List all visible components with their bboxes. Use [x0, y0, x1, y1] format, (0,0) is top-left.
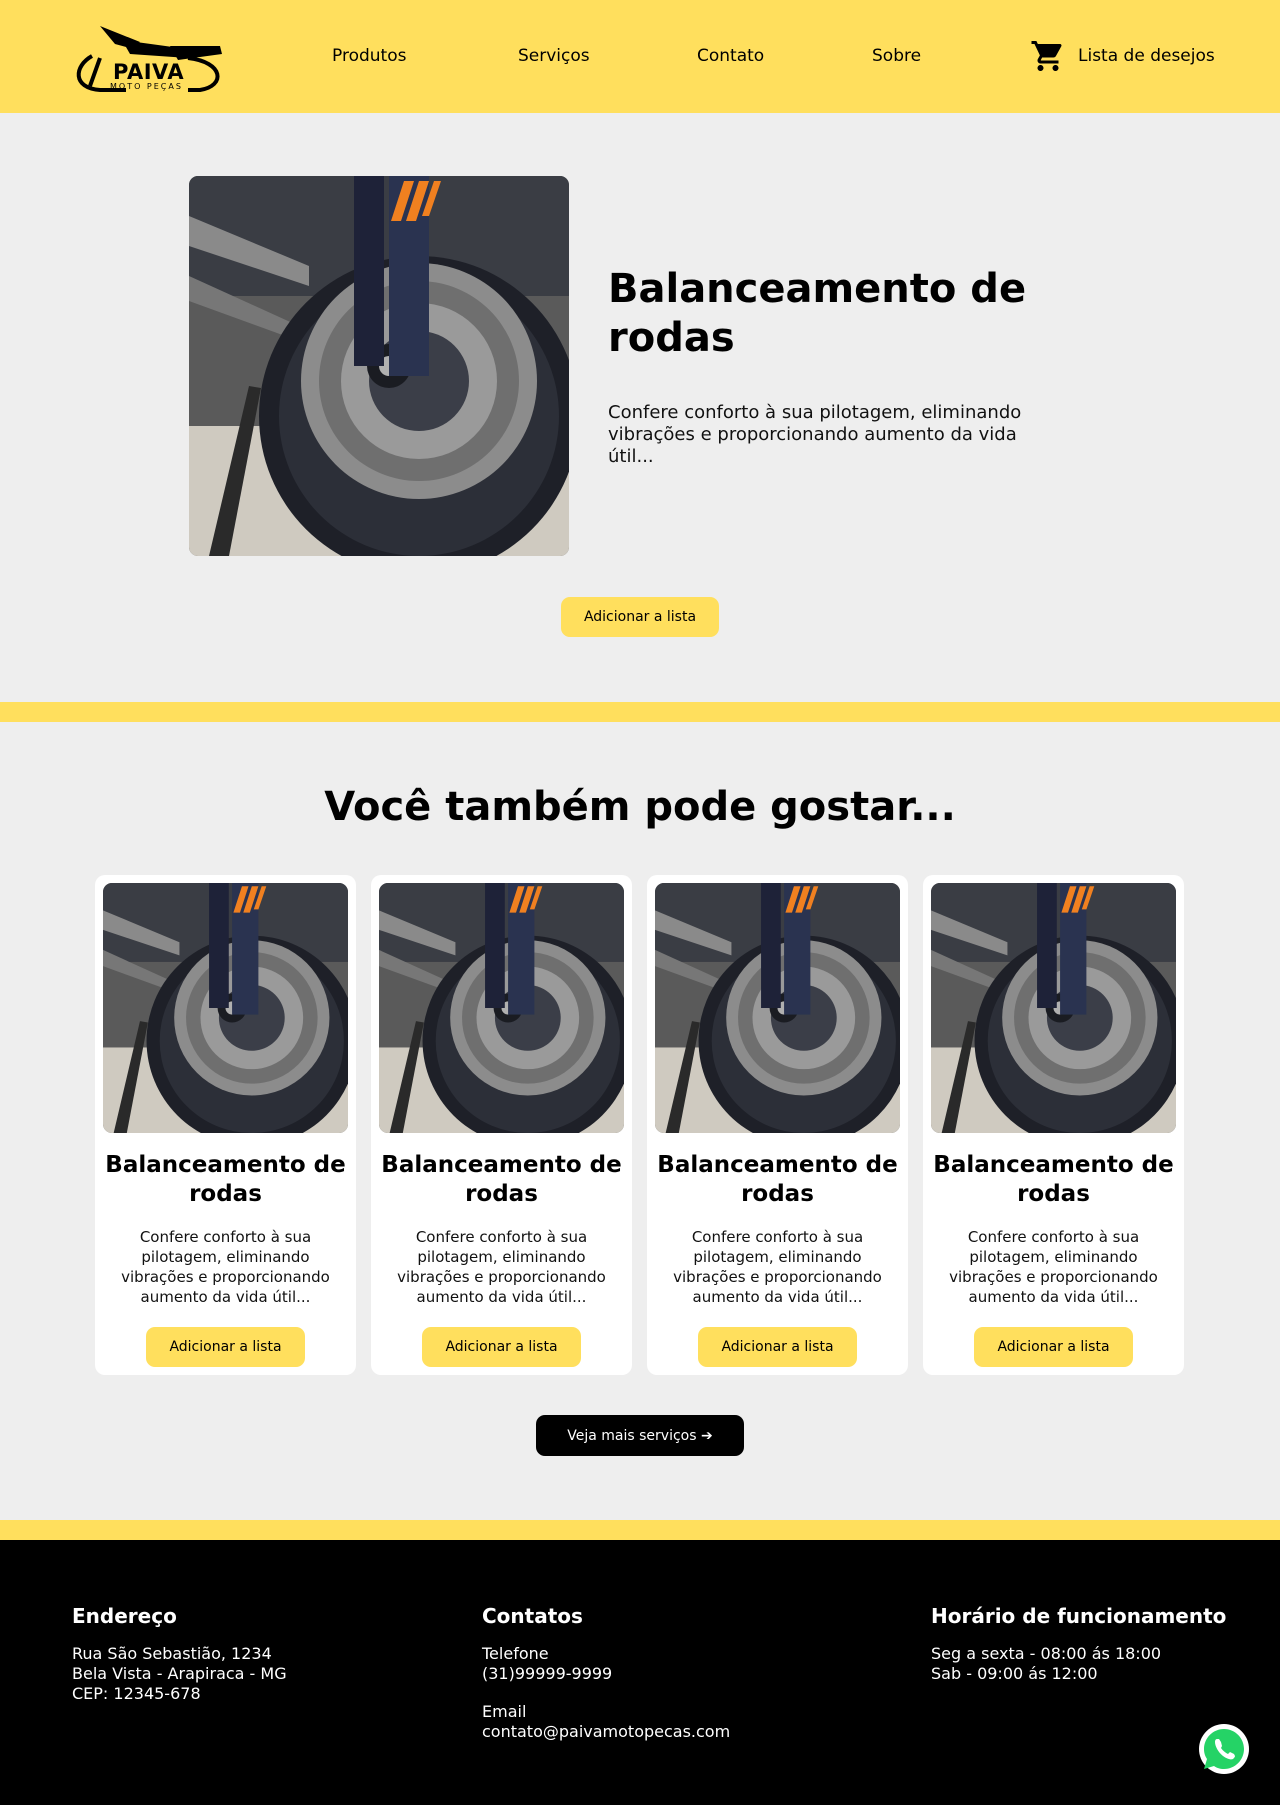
- divider-stripe: [0, 1520, 1280, 1540]
- card-add-to-list-button[interactable]: Adicionar a lista: [974, 1327, 1133, 1367]
- service-card: Balanceamento de rodas Confere conforto …: [923, 875, 1184, 1375]
- wishlist-label: Lista de desejos: [1078, 46, 1215, 66]
- footer-address: Endereço Rua São Sebastião, 1234 Bela Vi…: [72, 1604, 287, 1704]
- nav-produtos[interactable]: Produtos: [332, 46, 406, 66]
- footer-contacts-title: Contatos: [482, 1604, 583, 1628]
- hero-add-to-list-button[interactable]: Adicionar a lista: [561, 597, 719, 637]
- brand-tagline: MOTO PEÇAS: [110, 82, 183, 91]
- footer-hours-title: Horário de funcionamento: [931, 1604, 1227, 1628]
- site-footer: Endereço Rua São Sebastião, 1234 Bela Vi…: [0, 1540, 1280, 1805]
- cart-icon: [1031, 41, 1062, 71]
- card-title: Balanceamento de rodas: [381, 1152, 622, 1207]
- card-description: Confere conforto à sua pilotagem, elimin…: [673, 1228, 882, 1306]
- footer-address-title: Endereço: [72, 1604, 177, 1628]
- footer-hours: Horário de funcionamento Seg a sexta - 0…: [931, 1604, 1226, 1684]
- divider-stripe: [0, 702, 1280, 722]
- address-line: Rua São Sebastião, 1234: [72, 1644, 272, 1663]
- hero-title: Balanceamento de rodas: [608, 266, 1027, 361]
- site-header: PAIVA MOTO PEÇAS Produtos Serviços Conta…: [0, 0, 1280, 113]
- card-image[interactable]: [931, 883, 1176, 1133]
- card-image[interactable]: [103, 883, 348, 1133]
- service-card: Balanceamento de rodas Confere conforto …: [647, 875, 908, 1375]
- service-card: Balanceamento de rodas Confere conforto …: [95, 875, 356, 1375]
- card-add-to-list-button[interactable]: Adicionar a lista: [146, 1327, 305, 1367]
- hero-image: [189, 176, 569, 556]
- phone-number[interactable]: (31)99999-9999: [482, 1664, 730, 1684]
- nav-servicos[interactable]: Serviços: [518, 46, 590, 66]
- whatsapp-icon: [1199, 1724, 1249, 1774]
- email-label: Email: [482, 1702, 527, 1721]
- card-title: Balanceamento de rodas: [105, 1152, 346, 1207]
- card-description: Confere conforto à sua pilotagem, elimin…: [949, 1228, 1158, 1306]
- card-title: Balanceamento de rodas: [657, 1152, 898, 1207]
- phone-label: Telefone: [482, 1644, 549, 1663]
- card-description: Confere conforto à sua pilotagem, elimin…: [121, 1228, 330, 1306]
- brand-logo[interactable]: PAIVA MOTO PEÇAS: [70, 18, 224, 94]
- card-add-to-list-button[interactable]: Adicionar a lista: [422, 1327, 581, 1367]
- card-image[interactable]: [655, 883, 900, 1133]
- service-card: Balanceamento de rodas Confere conforto …: [371, 875, 632, 1375]
- card-title: Balanceamento de rodas: [933, 1152, 1174, 1207]
- hours-line: Seg a sexta - 08:00 ás 18:00: [931, 1644, 1162, 1663]
- card-description: Confere conforto à sua pilotagem, elimin…: [397, 1228, 606, 1306]
- hero-description: Confere conforto à sua pilotagem, elimin…: [608, 402, 1022, 467]
- card-add-to-list-button[interactable]: Adicionar a lista: [698, 1327, 857, 1367]
- nav-contato[interactable]: Contato: [697, 46, 764, 66]
- address-line: CEP: 12345-678: [72, 1684, 201, 1703]
- whatsapp-button[interactable]: [1199, 1724, 1249, 1774]
- card-image[interactable]: [379, 883, 624, 1133]
- wishlist-link[interactable]: Lista de desejos: [1030, 38, 1215, 74]
- hours-line: Sab - 09:00 ás 12:00: [931, 1664, 1098, 1683]
- related-section-title: Você também pode gostar...: [324, 784, 956, 830]
- brand-name: PAIVA: [113, 60, 185, 84]
- email-address[interactable]: contato@paivamotopecas.com: [482, 1722, 730, 1742]
- footer-contacts: Contatos Telefone (31)99999-9999 Email c…: [482, 1604, 730, 1742]
- nav-sobre[interactable]: Sobre: [872, 46, 921, 66]
- see-more-services-button[interactable]: Veja mais serviços ➔: [536, 1415, 744, 1456]
- address-line: Bela Vista - Arapiraca - MG: [72, 1664, 287, 1683]
